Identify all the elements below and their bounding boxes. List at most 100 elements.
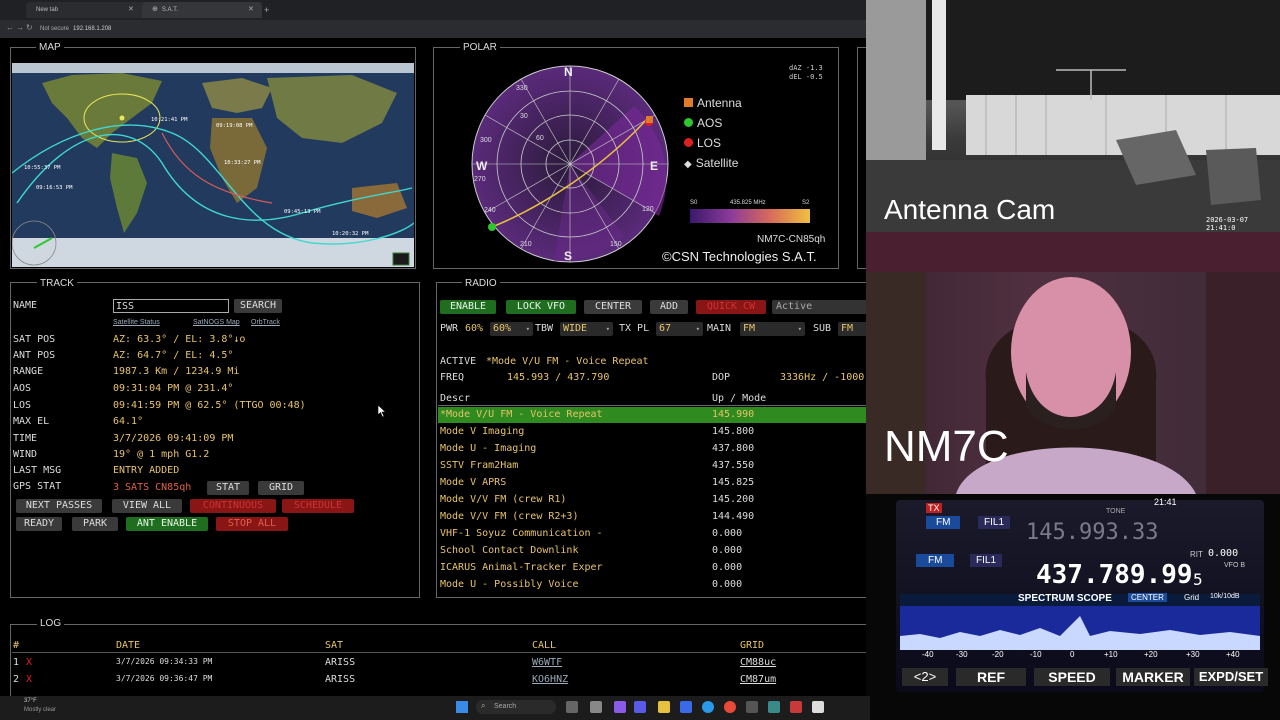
transponder-row[interactable]: Mode V APRS 145.825 — [438, 475, 868, 491]
search-button[interactable]: SEARCH — [234, 299, 282, 313]
sub-mode-select[interactable]: FM — [838, 322, 869, 336]
last-msg-label: LAST MSG — [13, 465, 62, 476]
log-row-date: 3/7/2026 09:36:47 PM — [116, 674, 213, 683]
sat-app: 10:21:41 PM 09:19:08 PM 10:33:27 PM 10:5… — [0, 38, 870, 696]
row-up: 0.000 — [712, 562, 743, 573]
delete-log-icon[interactable]: X — [26, 674, 32, 685]
app-icon[interactable] — [768, 701, 780, 713]
scale-tick: -10 — [1030, 650, 1042, 659]
log-row-call-link[interactable]: W6WTF — [532, 657, 562, 668]
stop-all-button[interactable]: STOP ALL — [216, 517, 288, 531]
map-time-label: 10:33:27 PM — [224, 160, 261, 166]
sat-pos-value: AZ: 63.3° / EL: 3.8°↓o — [113, 334, 246, 345]
new-tab-icon[interactable]: + — [264, 2, 269, 18]
folder-icon[interactable] — [658, 701, 670, 713]
tx-pl-select[interactable]: 67 ▾ — [656, 322, 703, 336]
app-icon[interactable] — [790, 701, 802, 713]
app-icon[interactable] — [746, 701, 758, 713]
pwr-select[interactable]: 60% ▾ — [490, 322, 533, 336]
freq-label: FREQ — [440, 372, 465, 383]
transponder-row[interactable]: Mode V Imaging 145.800 — [438, 424, 868, 440]
softkey-speed: SPEED — [1034, 668, 1110, 686]
row-up: 0.000 — [712, 528, 743, 539]
del-readout: dEL -0.5 — [789, 73, 823, 81]
polar-title: POLAR — [460, 42, 500, 53]
close-icon[interactable]: ✕ — [248, 2, 254, 18]
spectrum-s2: S2 — [802, 200, 810, 206]
transponder-row[interactable]: VHF-1 Soyuz Communication - 0.000 — [438, 526, 868, 542]
row-descr: Mode U - Possibly Voice — [440, 579, 579, 590]
quick-cw-button[interactable]: QUICK CW — [696, 300, 766, 314]
close-icon[interactable]: ✕ — [128, 2, 134, 18]
freq-value: 145.993 / 437.790 — [507, 372, 610, 383]
transponder-row[interactable]: *Mode V/U FM - Voice Repeat 145.990 — [438, 407, 868, 423]
scale-tick: -30 — [956, 650, 968, 659]
copyright: ©CSN Technologies S.A.T. — [662, 249, 817, 264]
transponder-row[interactable]: School Contact Downlink 0.000 — [438, 543, 868, 559]
log-row-grid-link[interactable]: CM88uc — [740, 657, 776, 668]
compass-s: S — [564, 249, 572, 263]
next-passes-button[interactable]: NEXT PASSES — [16, 499, 102, 513]
circle-icon — [684, 118, 693, 127]
app-icon[interactable] — [634, 701, 646, 713]
forward-icon[interactable]: → — [16, 23, 24, 32]
app-icon[interactable] — [590, 701, 602, 713]
delete-log-icon[interactable]: X — [26, 657, 32, 668]
transponder-row[interactable]: Mode U - Imaging 437.800 — [438, 441, 868, 457]
reload-icon[interactable]: ↻ — [26, 23, 33, 32]
weather-temp[interactable]: 37°F — [24, 698, 37, 704]
main-mode-select[interactable]: FM ▾ — [740, 322, 805, 336]
satnogs-map-link[interactable]: SatNOGS Map — [193, 319, 240, 326]
main-select-value: FM — [743, 323, 756, 334]
app-icon[interactable] — [614, 701, 626, 713]
windows-start-icon[interactable] — [456, 701, 468, 713]
taskbar-search[interactable]: ⌕ Search — [476, 700, 556, 714]
schedule-button[interactable]: SCHEDULE — [282, 499, 354, 513]
polar-tick: 270 — [474, 176, 486, 183]
satellite-status-link[interactable]: Satellite Status — [113, 319, 160, 326]
polar-plot[interactable]: N S E W 330 30 60 300 270 240 120 150 21… — [464, 56, 674, 266]
transponder-row[interactable]: SSTV Fram2Ham 437.550 — [438, 458, 868, 474]
lock-vfo-button[interactable]: LOCK VFO — [506, 300, 576, 314]
back-icon[interactable]: ← — [6, 23, 14, 32]
app-icon[interactable] — [680, 701, 692, 713]
add-button[interactable]: ADD — [650, 300, 688, 314]
station-callsign: NM7C-CN85qh — [757, 234, 826, 245]
diamond-icon: ◆ — [684, 159, 692, 170]
ant-pos-value: AZ: 64.7° / EL: 4.5° — [113, 350, 234, 361]
center-button[interactable]: CENTER — [584, 300, 642, 314]
tab-sat[interactable]: ⊕ S.A.T. — [142, 2, 262, 18]
ant-enable-button[interactable]: ANT ENABLE — [126, 517, 208, 531]
tx-indicator: TX — [926, 503, 942, 513]
app-icon[interactable] — [812, 701, 824, 713]
world-map[interactable]: 10:21:41 PM 09:19:08 PM 10:33:27 PM 10:5… — [12, 63, 414, 267]
row-up: 145.800 — [712, 426, 755, 437]
grid-button[interactable]: GRID — [258, 481, 304, 495]
transponder-row[interactable]: Mode U - Possibly Voice 0.000 — [438, 577, 868, 593]
url-field[interactable]: Not secure 192.168.1.208 — [40, 23, 111, 35]
ready-button[interactable]: READY — [16, 517, 62, 531]
polar-tick: 150 — [610, 241, 622, 248]
orbtrack-link[interactable]: OrbTrack — [251, 319, 280, 326]
log-title: LOG — [37, 618, 65, 629]
transponder-row[interactable]: ICARUS Animal-Tracker Exper 0.000 — [438, 560, 868, 576]
view-all-button[interactable]: VIEW ALL — [112, 499, 182, 513]
log-row-grid-link[interactable]: CM87um — [740, 674, 776, 685]
continuous-button[interactable]: CONTINUOUS — [190, 499, 276, 513]
stat-button[interactable]: STAT — [207, 481, 249, 495]
row-descr: SSTV Fram2Ham — [440, 460, 519, 471]
enable-button[interactable]: ENABLE — [440, 300, 496, 314]
edge-icon[interactable] — [702, 701, 714, 713]
transponder-row[interactable]: Mode V/V FM (crew R2+3) 144.490 — [438, 509, 868, 525]
park-button[interactable]: PARK — [72, 517, 118, 531]
security-indicator[interactable]: Not secure — [40, 26, 69, 32]
log-row-call-link[interactable]: KO6HNZ — [532, 674, 568, 685]
tbw-select[interactable]: WIDE ▾ — [560, 322, 613, 336]
app-icon[interactable] — [566, 701, 578, 713]
chrome-icon[interactable] — [724, 701, 736, 713]
polar-tick: 120 — [642, 206, 654, 213]
ant-pos-label: ANT POS — [13, 350, 56, 361]
transponder-row[interactable]: Mode V/V FM (crew R1) 145.200 — [438, 492, 868, 508]
satellite-name-input[interactable] — [113, 299, 229, 313]
tone-label: TONE — [1106, 508, 1126, 515]
